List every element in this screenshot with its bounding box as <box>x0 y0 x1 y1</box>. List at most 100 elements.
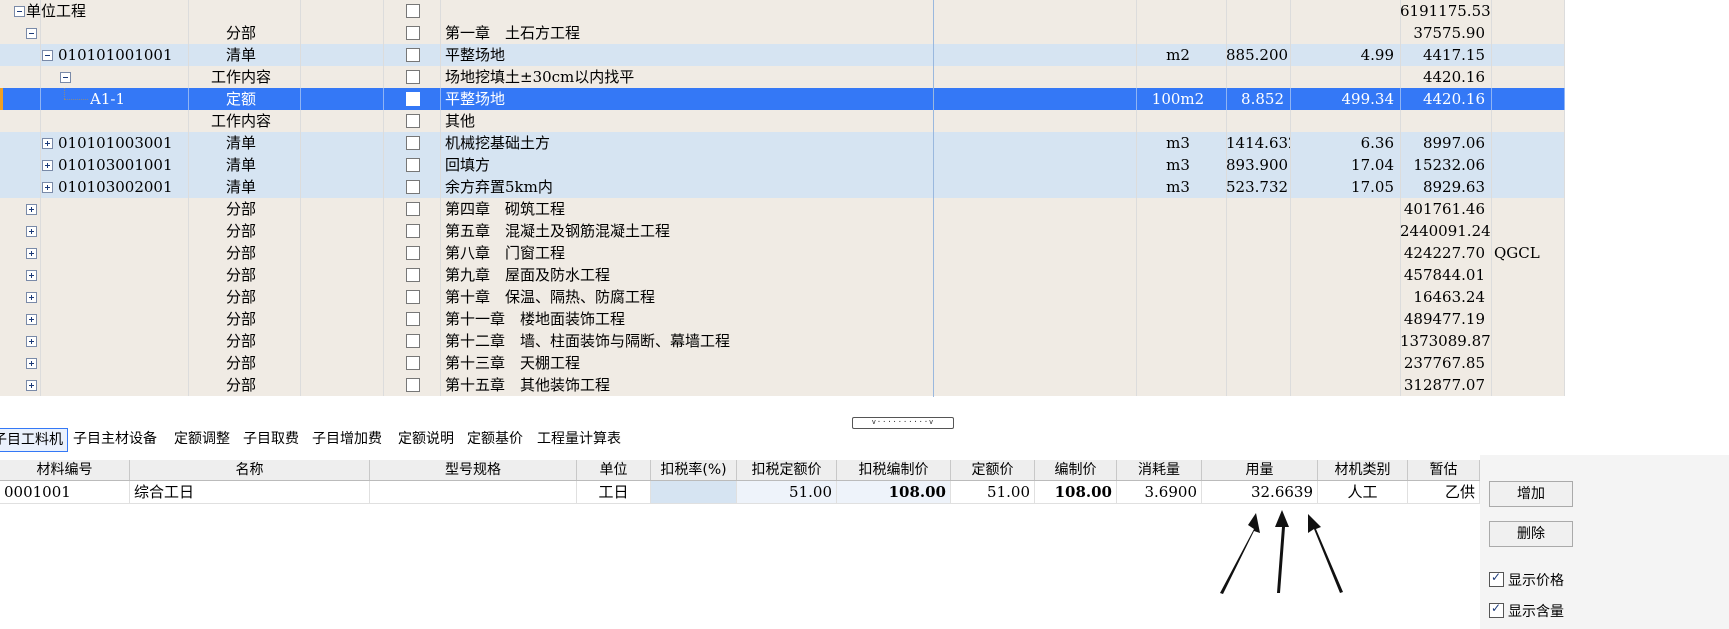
cell-type: 分部 <box>225 244 256 262</box>
show-price-checkbox[interactable]: 显示价格 <box>1489 570 1564 590</box>
header-cell[interactable]: 材料编号 <box>0 460 130 480</box>
tree-row[interactable]: 010103001001 清单 回填方 m3 893.900 17.04 15232.06 <box>0 154 1565 176</box>
row-checkbox[interactable] <box>406 114 420 128</box>
header-cell[interactable]: 定额价 <box>951 460 1035 480</box>
material-cell[interactable]: 32.6639 <box>1202 481 1318 503</box>
header-cell[interactable]: 扣税编制价 <box>837 460 951 480</box>
row-checkbox[interactable] <box>406 48 420 62</box>
collapse-icon[interactable] <box>42 50 53 61</box>
material-cell[interactable] <box>370 481 577 503</box>
tree-row[interactable]: 分部 第九章 屋面及防水工程 457844.01 <box>0 264 1565 286</box>
tree-row[interactable]: 分部 第八章 门窗工程 424227.70 QGCL <box>0 242 1565 264</box>
tree-row[interactable]: A1-1 定额 平整场地 100m2 8.852 499.34 4420.16 <box>0 88 1565 110</box>
row-checkbox[interactable] <box>406 202 420 216</box>
cell-name: 第十一章 楼地面装饰工程 <box>445 310 626 328</box>
tree-row[interactable]: 分部 第十章 保温、隔热、防腐工程 16463.24 <box>0 286 1565 308</box>
material-cell[interactable]: 51.00 <box>737 481 837 503</box>
header-cell[interactable]: 用量 <box>1202 460 1318 480</box>
material-table-row[interactable]: 0001001 综合工日 工日 51.00 108.00 51.00 108.00 3.690… <box>0 481 1480 504</box>
material-cell[interactable]: 108.00 <box>1035 481 1117 503</box>
header-cell[interactable]: 扣税率(%) <box>651 460 737 480</box>
header-cell[interactable]: 单位 <box>577 460 651 480</box>
grid-line <box>1491 308 1492 330</box>
show-content-checkbox[interactable]: 显示含量 <box>1489 601 1564 621</box>
expand-icon[interactable] <box>42 138 53 149</box>
tab-3[interactable]: 子目取费 <box>243 428 299 450</box>
cell-total: 16463.24 <box>1413 288 1485 306</box>
material-cell[interactable]: 108.00 <box>837 481 951 503</box>
tree-row[interactable]: 分部 第十二章 墙、柱面装饰与隔断、幕墙工程 1373089.87 <box>0 330 1565 352</box>
grid-line <box>300 66 301 88</box>
grid-line <box>300 154 301 176</box>
material-cell[interactable]: 综合工日 <box>130 481 370 503</box>
header-cell[interactable]: 暂估 <box>1408 460 1480 480</box>
tree-row[interactable]: 分部 第五章 混凝土及钢筋混凝土工程 2440091.24 <box>0 220 1565 242</box>
header-cell[interactable]: 型号规格 <box>370 460 577 480</box>
header-cell[interactable]: 消耗量 <box>1117 460 1202 480</box>
header-cell[interactable]: 名称 <box>130 460 370 480</box>
row-checkbox[interactable] <box>406 70 420 84</box>
row-checkbox[interactable] <box>406 246 420 260</box>
material-cell[interactable]: 0001001 <box>0 481 130 503</box>
tree-row[interactable]: 分部 第四章 砌筑工程 401761.46 <box>0 198 1565 220</box>
expand-icon[interactable] <box>42 160 53 171</box>
row-checkbox[interactable] <box>406 158 420 172</box>
cell-name: 场地挖填土±30cm以内找平 <box>445 68 635 86</box>
row-checkbox[interactable] <box>406 180 420 194</box>
cell-unit: m3 <box>1166 156 1190 174</box>
row-checkbox[interactable] <box>406 92 420 106</box>
material-cell[interactable]: 工日 <box>577 481 651 503</box>
grid-line <box>1564 286 1565 308</box>
grid-line <box>383 110 384 132</box>
tab-4[interactable]: 子目增加费 <box>312 428 382 450</box>
material-cell[interactable]: 乙供 <box>1408 481 1480 503</box>
cell-total: 8997.06 <box>1422 134 1485 152</box>
row-checkbox[interactable] <box>406 356 420 370</box>
tree-row[interactable]: 单位工程 6191175.53 <box>0 0 1565 22</box>
tree-row[interactable]: 分部 第十五章 其他装饰工程 312877.07 <box>0 374 1565 396</box>
header-cell[interactable]: 材机类别 <box>1318 460 1408 480</box>
cell-qty: 885.200 <box>1226 46 1289 64</box>
row-checkbox[interactable] <box>406 4 420 18</box>
tree-row[interactable]: 010101001001 清单 平整场地 m2 885.200 4.99 4417.15 <box>0 44 1565 66</box>
tab-1[interactable]: 子目主材设备 <box>73 428 157 450</box>
tab-6[interactable]: 定额基价 <box>467 428 523 450</box>
tree-row[interactable]: 分部 第十三章 天棚工程 237767.85 <box>0 352 1565 374</box>
row-checkbox[interactable] <box>406 136 420 150</box>
arrow-icon <box>1308 514 1343 593</box>
row-checkbox[interactable] <box>406 224 420 238</box>
tab-5[interactable]: 定额说明 <box>398 428 454 450</box>
grid-line <box>1491 264 1492 286</box>
grid-line <box>1491 132 1492 154</box>
grid-line <box>300 0 301 22</box>
cell-code <box>0 110 182 132</box>
expand-icon[interactable] <box>42 182 53 193</box>
tab-2[interactable]: 定额调整 <box>174 428 230 450</box>
cell-extra <box>1494 198 1558 220</box>
collapse-icon[interactable] <box>14 6 25 17</box>
row-checkbox[interactable] <box>406 268 420 282</box>
header-cell[interactable]: 扣税定额价 <box>737 460 837 480</box>
material-cell[interactable]: 人工 <box>1318 481 1408 503</box>
tree-row[interactable]: 010101003001 清单 机械挖基础土方 m3 1414.632 6.36 8997.… <box>0 132 1565 154</box>
tree-row[interactable]: 工作内容 场地挖填土±30cm以内找平 4420.16 <box>0 66 1565 88</box>
tree-row[interactable]: 分部 第十一章 楼地面装饰工程 489477.19 <box>0 308 1565 330</box>
tab-7[interactable]: 工程量计算表 <box>537 428 621 450</box>
row-checkbox[interactable] <box>406 26 420 40</box>
row-checkbox[interactable] <box>406 334 420 348</box>
tree-row[interactable]: 工作内容 其他 <box>0 110 1565 132</box>
cell-qty <box>1226 374 1290 396</box>
material-cell[interactable]: 3.6900 <box>1117 481 1202 503</box>
row-checkbox[interactable] <box>406 378 420 392</box>
delete-button[interactable]: 删除 <box>1489 521 1573 547</box>
row-checkbox[interactable] <box>406 290 420 304</box>
material-cell[interactable]: 51.00 <box>951 481 1035 503</box>
tree-row[interactable]: 分部 第一章 土石方工程 37575.90 <box>0 22 1565 44</box>
material-cell[interactable] <box>651 481 737 503</box>
tree-row[interactable]: 010103002001 清单 余方弃置5km内 m3 523.732 17.05 8929… <box>0 176 1565 198</box>
tab-0[interactable]: 子目工料机 <box>0 428 68 452</box>
header-cell[interactable]: 编制价 <box>1035 460 1117 480</box>
cell-extra <box>1494 330 1558 352</box>
row-checkbox[interactable] <box>406 312 420 326</box>
add-button[interactable]: 增加 <box>1489 481 1573 507</box>
